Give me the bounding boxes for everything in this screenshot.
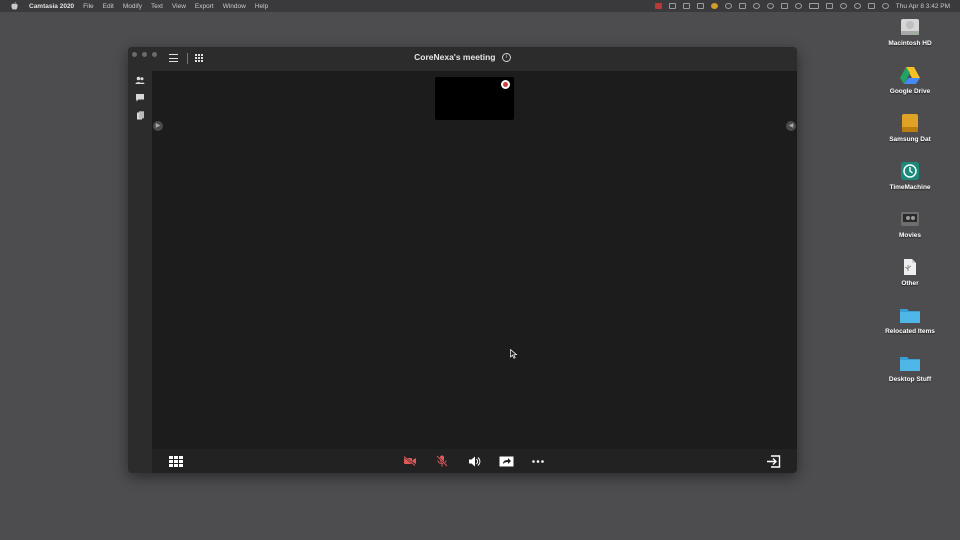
desktop-item-timemachine[interactable]: TimeMachine <box>880 160 940 191</box>
siri-icon[interactable] <box>881 3 889 9</box>
menu-help[interactable]: Help <box>255 3 268 10</box>
desktop-item-desktop-stuff[interactable]: Desktop Stuff <box>880 352 940 383</box>
window-titlebar: CoreNexa's meeting i <box>128 47 797 71</box>
camera-off-badge-icon <box>501 80 510 89</box>
desktop-item-label: Other <box>901 280 919 287</box>
screenshot-status-icon[interactable] <box>696 3 704 9</box>
sync-status-icon[interactable] <box>724 3 732 9</box>
google-drive-icon <box>899 64 921 86</box>
movies-drive-icon <box>899 208 921 230</box>
cloud-status-icon[interactable] <box>752 3 760 9</box>
desktop-item-other[interactable]: Other <box>880 256 940 287</box>
expand-right-panel-icon[interactable]: ◀ <box>786 121 796 131</box>
menu-file[interactable]: File <box>83 3 93 10</box>
desktop-item-label: Desktop Stuff <box>888 376 932 383</box>
more-icon[interactable] <box>530 454 546 468</box>
menu-modify[interactable]: Modify <box>123 3 142 10</box>
menu-edit[interactable]: Edit <box>103 3 114 10</box>
norton-status-icon[interactable] <box>710 3 718 9</box>
external-drive-icon <box>899 112 921 134</box>
expand-left-panel-icon[interactable]: ▶ <box>153 121 163 131</box>
desktop-item-relocated-items[interactable]: Relocated Items <box>880 304 940 335</box>
desktop-item-movies[interactable]: Movies <box>880 208 940 239</box>
usb-drive-icon <box>899 256 921 278</box>
app-menu-name[interactable]: Camtasia 2020 <box>29 3 74 10</box>
mouse-cursor-icon <box>510 349 518 359</box>
desktop-item-label: TimeMachine <box>889 184 931 191</box>
desktop-item-label: Relocated Items <box>885 328 935 335</box>
mail-status-icon[interactable] <box>682 3 690 9</box>
menu-text[interactable]: Text <box>151 3 163 10</box>
folder-icon <box>899 304 921 326</box>
wifi-icon[interactable] <box>825 3 833 9</box>
display-status-icon[interactable] <box>780 3 788 9</box>
record-status-icon[interactable] <box>654 3 662 9</box>
desktop-item-label: Samsung Dat <box>889 136 931 143</box>
meeting-sidebar <box>128 71 152 473</box>
desktop-item-label: Google Drive <box>889 88 931 95</box>
chat-icon[interactable] <box>135 93 145 102</box>
desktop-item-label: Movies <box>898 232 922 239</box>
speaker-icon[interactable] <box>466 454 482 468</box>
desktop-item-samsung-dat[interactable]: Samsung Dat <box>880 112 940 143</box>
menubar-clock[interactable]: Thu Apr 8 3:42 PM <box>896 3 950 10</box>
self-video-tile[interactable] <box>435 77 514 120</box>
bluetooth-status-icon[interactable] <box>794 3 802 9</box>
call-controls <box>152 449 797 473</box>
menu-window[interactable]: Window <box>223 3 246 10</box>
info-icon[interactable]: i <box>501 53 511 63</box>
shield-status-icon[interactable] <box>668 3 676 9</box>
dialpad-icon[interactable] <box>168 454 184 468</box>
mic-off-icon[interactable] <box>434 454 450 468</box>
menu-bar: Camtasia 2020 File Edit Modify Text View… <box>0 0 960 12</box>
whiteboard-icon[interactable] <box>135 111 145 120</box>
video-stage: ▶ ◀ <box>152 71 797 449</box>
battery-icon[interactable] <box>808 3 819 9</box>
desktop-item-google-drive[interactable]: Google Drive <box>880 64 940 95</box>
control-center-icon[interactable] <box>867 3 875 9</box>
menu-view[interactable]: View <box>172 3 186 10</box>
camera-off-icon[interactable] <box>402 454 418 468</box>
spotlight-icon[interactable] <box>853 3 861 9</box>
leave-icon[interactable] <box>765 454 781 468</box>
keyboard-status-icon[interactable] <box>738 3 746 9</box>
share-screen-icon[interactable] <box>498 454 514 468</box>
time-machine-icon <box>899 160 921 182</box>
desktop-item-label: Macintosh HD <box>888 40 932 47</box>
folder-icon <box>899 352 921 374</box>
user-status-icon[interactable] <box>839 3 847 9</box>
apple-icon[interactable] <box>11 2 18 10</box>
meeting-title-bar: CoreNexa's meeting i <box>128 52 797 63</box>
hard-drive-icon <box>899 16 921 38</box>
menu-export[interactable]: Export <box>195 3 214 10</box>
participants-icon[interactable] <box>135 76 145 85</box>
meeting-title: CoreNexa's meeting <box>414 52 496 62</box>
clock-status-icon[interactable] <box>766 3 774 9</box>
desktop-item-macintosh-hd[interactable]: Macintosh HD <box>880 16 940 47</box>
status-tray: Thu Apr 8 3:42 PM <box>654 0 950 12</box>
meeting-window: CoreNexa's meeting i ▶ ◀ <box>128 47 797 473</box>
